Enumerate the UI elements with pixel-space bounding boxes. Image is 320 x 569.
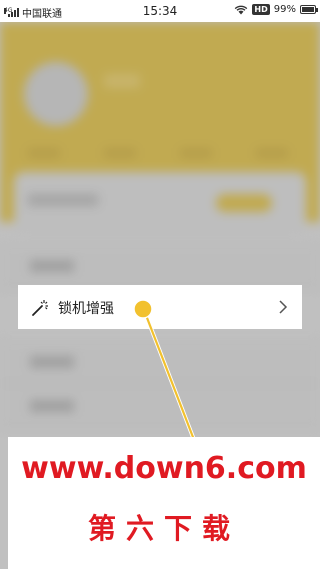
watermark-name: 第六下载 [87, 512, 240, 545]
lock-enhance-label: 锁机增强 [58, 301, 114, 317]
magic-wand-icon [32, 300, 48, 316]
watermark-url: www.down6.com [21, 451, 307, 486]
battery-percent: 99% [273, 4, 296, 15]
wifi-icon [235, 5, 248, 14]
watermark-panel: www.down6.com 第六下载 [8, 437, 320, 569]
status-bar: 4G 中国联通 15:34 HD 99% [0, 0, 320, 22]
hd-badge: HD [252, 4, 270, 15]
battery-icon [300, 5, 318, 14]
lock-enhance-item[interactable]: 锁机增强 [18, 285, 302, 329]
chevron-right-icon [279, 300, 288, 314]
